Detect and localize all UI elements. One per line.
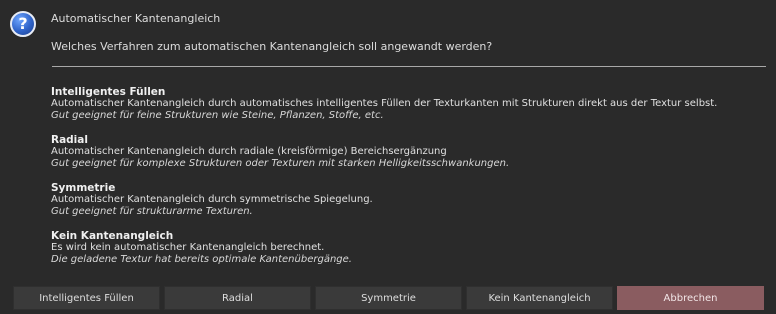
option-hint: Gut geeignet für komplexe Strukturen ode… <box>51 158 510 169</box>
symmetry-button[interactable]: Symmetrie <box>315 286 462 310</box>
dialog-question: Welches Verfahren zum automatischen Kant… <box>51 40 493 53</box>
option-name: Intelligentes Füllen <box>51 86 166 98</box>
edge-blend-dialog: ? Automatischer Kantenangleich Welches V… <box>0 0 776 314</box>
smart-fill-button[interactable]: Intelligentes Füllen <box>13 286 160 310</box>
option-name: Kein Kantenangleich <box>51 230 174 242</box>
dialog-title: Automatischer Kantenangleich <box>51 12 221 25</box>
option-description: Automatischer Kantenangleich durch symme… <box>51 194 373 205</box>
question-icon: ? <box>10 11 36 37</box>
option-none: Kein Kantenangleich Es wird kein automat… <box>51 230 751 266</box>
option-symmetry: Symmetrie Automatischer Kantenangleich d… <box>51 182 751 218</box>
option-description: Es wird kein automatischer Kantenangleic… <box>51 242 325 253</box>
option-smart-fill: Intelligentes Füllen Automatischer Kante… <box>51 86 751 122</box>
option-hint: Gut geeignet für strukturarme Texturen. <box>51 206 253 217</box>
button-bar: Intelligentes Füllen Radial Symmetrie Ke… <box>13 286 764 310</box>
option-description: Automatischer Kantenangleich durch autom… <box>51 98 718 109</box>
option-description: Automatischer Kantenangleich durch radia… <box>51 146 447 157</box>
cancel-button[interactable]: Abbrechen <box>617 286 764 310</box>
option-hint: Gut geeignet für feine Strukturen wie St… <box>51 110 384 121</box>
no-edge-blend-button[interactable]: Kein Kantenangleich <box>466 286 613 310</box>
option-hint: Die geladene Textur hat bereits optimale… <box>51 254 352 265</box>
option-radial: Radial Automatischer Kantenangleich durc… <box>51 134 751 170</box>
radial-button[interactable]: Radial <box>164 286 311 310</box>
option-descriptions: Intelligentes Füllen Automatischer Kante… <box>51 86 751 278</box>
option-name: Symmetrie <box>51 182 116 194</box>
divider <box>52 66 766 67</box>
option-name: Radial <box>51 134 88 146</box>
